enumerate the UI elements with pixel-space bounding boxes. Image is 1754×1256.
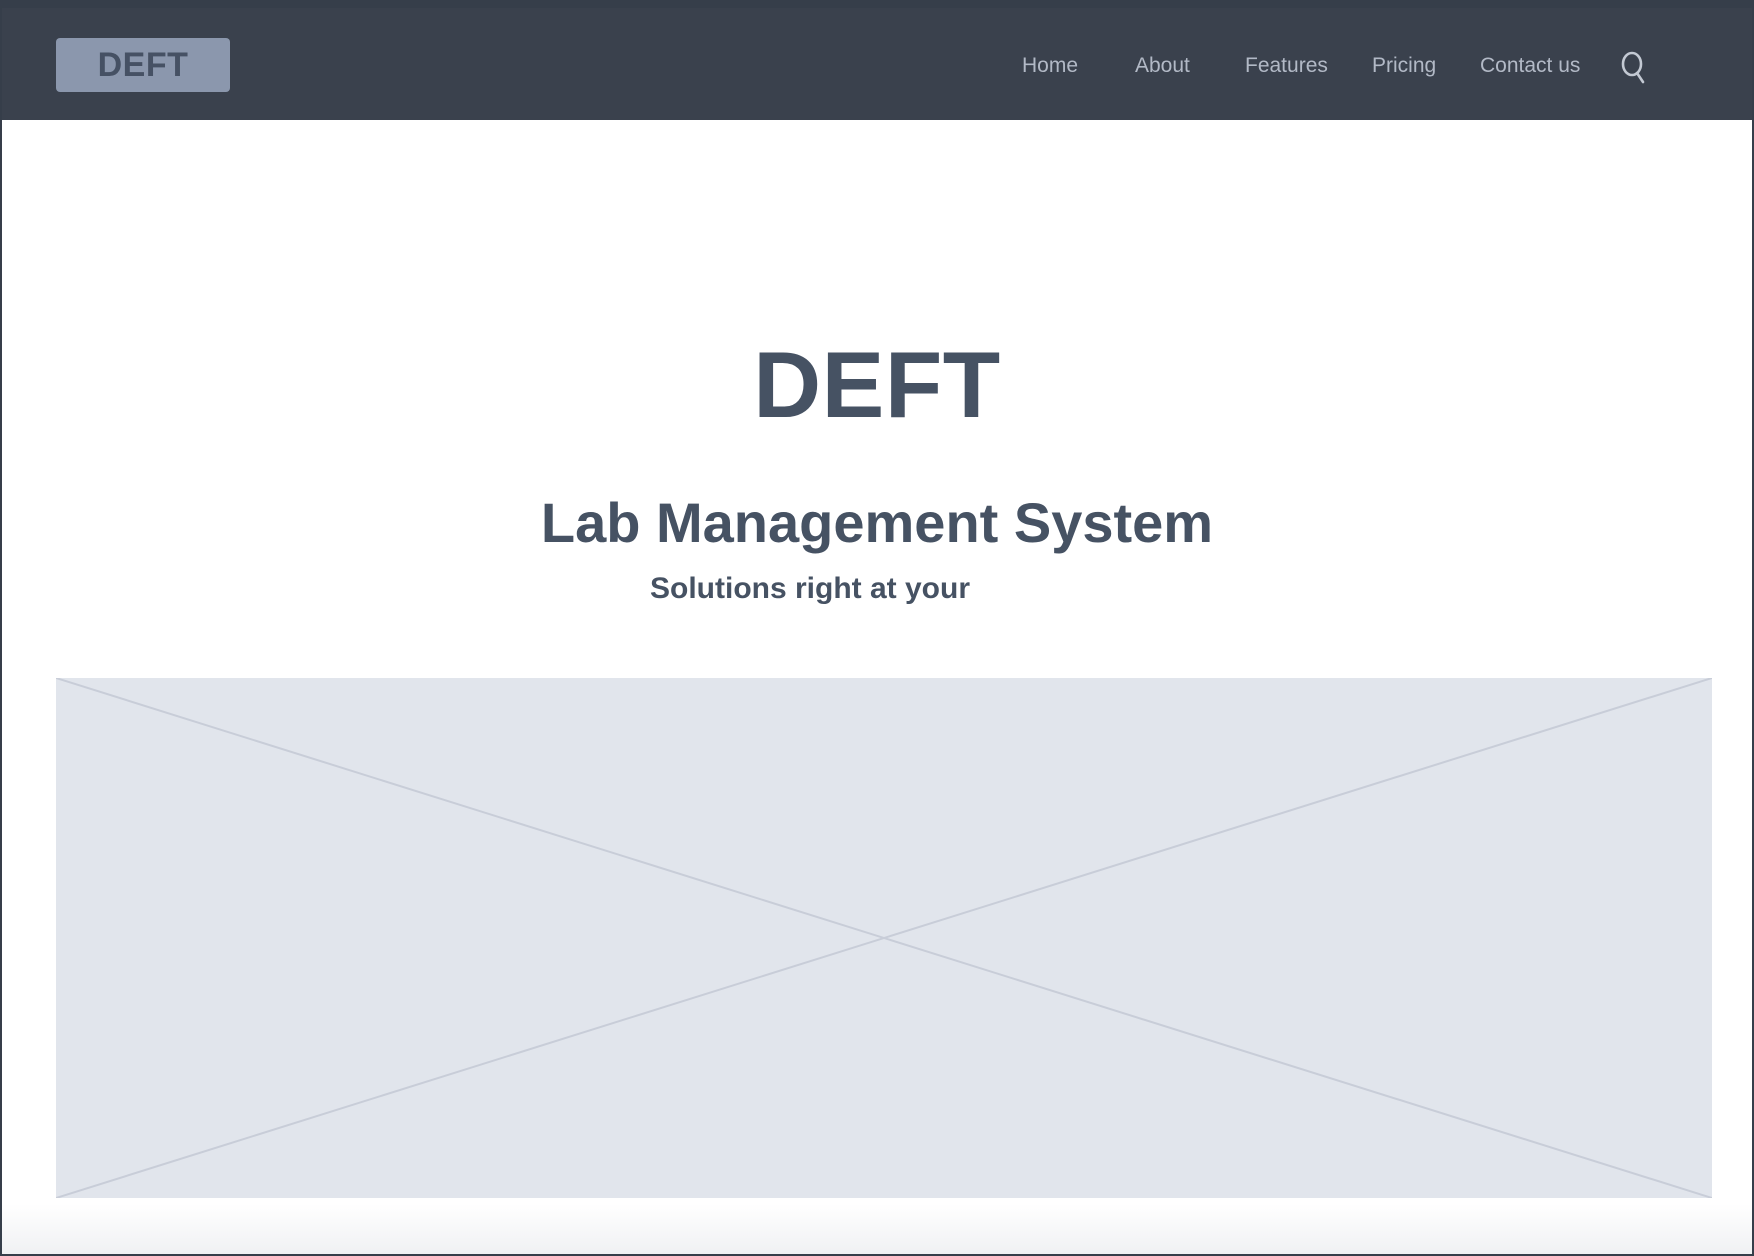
hero-image-placeholder [56, 678, 1712, 1198]
nav-link-home[interactable]: Home [1022, 53, 1078, 79]
nav-link-pricing[interactable]: Pricing [1372, 53, 1436, 79]
nav-link-about[interactable]: About [1135, 53, 1190, 79]
hero-subtitle: Lab Management System [540, 491, 1214, 554]
page-frame: DEFT Home About Features Pricing Contact… [2, 8, 1752, 1254]
logo-button[interactable]: DEFT [56, 38, 230, 92]
hero-title: DEFT [753, 332, 1001, 437]
nav-link-contact-us[interactable]: Contact us [1480, 53, 1580, 79]
image-placeholder-cross-icon [56, 678, 1712, 1198]
bottom-fade [2, 1204, 1752, 1254]
nav-link-features[interactable]: Features [1245, 53, 1328, 79]
search-icon[interactable] [1620, 49, 1648, 85]
hero-tagline: Solutions right at your [650, 572, 970, 605]
top-navbar: DEFT Home About Features Pricing Contact… [2, 8, 1752, 120]
